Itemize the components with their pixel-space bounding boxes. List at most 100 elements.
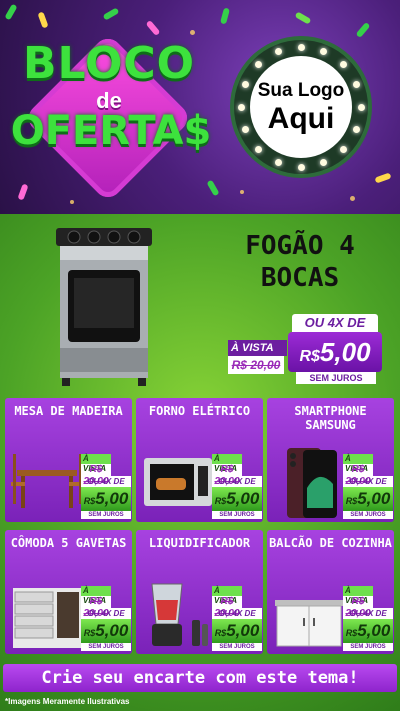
price-value: 5,00 [357,621,391,640]
light-bulb-icon [352,80,360,88]
sparkle-decoration [70,200,74,204]
interest-label: SEM JUROS [81,643,131,651]
light-bulb-icon [339,61,347,69]
product-card[interactable]: MESA DE MADEIRA À VISTA R$ 20,00 OU 4X D… [5,398,132,522]
logo-text-line2: Aqui [267,101,335,135]
price: R$5,00 [212,619,262,643]
vista-label: À VISTA [228,340,287,356]
sparkle-decoration [240,190,244,194]
product-card[interactable]: CÔMODA 5 GAVETAS À VISTA R$ 20,00 OU 4X … [5,530,132,654]
price: R$5,00 [212,487,262,511]
hero-title: FOGÃO 4 BOCAS [245,231,355,293]
price-currency: R$ [83,628,96,638]
price-value: 5,00 [95,489,129,508]
interest-label: SEM JUROS [296,372,376,384]
confetti-decoration [4,3,18,21]
installments-label: OU 4X DE [212,608,262,619]
price-value: 5,00 [226,621,260,640]
confetti-decoration [220,7,230,25]
product-card[interactable]: LIQUIDIFICADOR À VISTA R$ 20,00 OU 4X DE… [136,530,263,654]
price: R$5,00 [81,619,131,643]
installments-label: OU 4X DE [343,608,393,619]
disclaimer-text: *Imagens Meramente Ilustrativas [5,697,130,706]
price-currency: R$ [214,628,227,638]
light-bulb-icon [339,145,347,153]
confetti-decoration [17,183,29,201]
sparkle-decoration [350,196,355,201]
price-value: 5,00 [319,337,371,367]
table-image [11,454,83,508]
light-bulb-icon [237,103,245,111]
light-bulb-icon [357,103,365,111]
confetti-decoration [294,11,312,25]
installments-label: OU 4X DE [81,608,131,619]
logo-circle: Sua Logo Aqui [250,56,352,158]
blender-image [151,583,208,646]
vista-label: À VISTA [212,454,242,473]
price-tag: À VISTA R$ 20,00 OU 4X DE R$5,00 SEM JUR… [81,454,131,519]
interest-label: SEM JUROS [212,643,262,651]
product-name: FORNO ELÉTRICO [148,404,251,418]
interest-label: SEM JUROS [343,511,393,519]
price-currency: R$ [214,496,227,506]
product-card[interactable]: SMARTPHONE SAMSUNG À VISTA R$ 20,00 OU 4… [267,398,394,522]
price-tag: À VISTA R$ 20,00 OU 4X DE R$5,00 SEM JUR… [212,586,262,651]
price-tag: À VISTA R$ 20,00 OU 4X DE R$5,00 SEM JUR… [212,454,262,519]
light-bulb-icon [274,158,282,166]
price-currency: R$ [345,496,358,506]
light-bulb-icon [255,61,263,69]
light-bulb-icon [274,48,282,56]
price-tag: À VISTA R$ 20,00 OU 4X DE R$5,00 SEM JUR… [81,586,131,651]
price: R$5,00 [81,487,131,511]
vista-label: À VISTA [81,586,111,605]
confetti-decoration [102,7,120,21]
price-value: 5,00 [357,489,391,508]
vista-label: À VISTA [212,586,242,605]
create-flyer-button[interactable]: Crie seu encarte com este tema! [3,664,397,692]
vista-label: À VISTA [81,454,111,473]
interest-label: SEM JUROS [343,643,393,651]
logo-placeholder[interactable]: Sua Logo Aqui [234,40,368,174]
brand-title-ofertas: OFERTA$ [10,108,212,154]
vista-label: À VISTA [343,454,373,473]
confetti-decoration [206,179,220,197]
brand-title-bloco: BLOCO [22,38,196,89]
product-name: CÔMODA 5 GAVETAS [10,536,127,550]
light-bulb-icon [297,163,305,171]
light-bulb-icon [242,126,250,134]
installments-label: OU 4X DE [81,476,131,487]
light-bulb-icon [297,43,305,51]
interest-label: SEM JUROS [81,511,131,519]
price-tag: À VISTA R$ 20,00 OU 4X DE R$5,00 SEM JUR… [343,454,393,519]
vista-label: À VISTA [343,586,373,605]
header-banner: BLOCO de OFERTA$ Sua Logo Aqui [0,0,400,214]
interest-label: SEM JUROS [212,511,262,519]
confetti-decoration [145,19,161,37]
price-tag: À VISTA R$ 20,00 OU 4X DE R$5,00 SEM JUR… [343,586,393,651]
old-price: R$ 20,00 [228,356,284,374]
price-value: 5,00 [95,621,129,640]
product-name: LIQUIDIFICADOR [148,536,251,550]
product-card[interactable]: FORNO ELÉTRICO À VISTA R$ 20,00 OU 4X DE… [136,398,263,522]
oven-image [144,458,212,506]
light-bulb-icon [242,80,250,88]
price: R$5,00 [343,487,393,511]
light-bulb-icon [320,158,328,166]
light-bulb-icon [352,126,360,134]
stove-image [56,228,152,386]
confetti-decoration [355,21,371,39]
installments-label: OU 4X DE [343,476,393,487]
hero-product[interactable]: FOGÃO 4 BOCAS À VISTA R$ 20,00 OU 4X DE … [0,218,400,394]
confetti-decoration [374,172,392,184]
product-name: BALCÃO DE COZINHA [269,536,392,550]
dresser-image [13,588,81,648]
light-bulb-icon [255,145,263,153]
light-bulb-icon [320,48,328,56]
hero-price: R$5,00 [288,332,382,372]
price-value: 5,00 [226,489,260,508]
price-currency: R$ [299,348,320,365]
installments-label: OU 4X DE [292,314,378,332]
product-card[interactable]: BALCÃO DE COZINHA À VISTA R$ 20,00 OU 4X… [267,530,394,654]
hero-price-tag: À VISTA R$ 20,00 OU 4X DE R$5,00 SEM JUR… [228,314,388,392]
smartphone-image [287,448,337,518]
